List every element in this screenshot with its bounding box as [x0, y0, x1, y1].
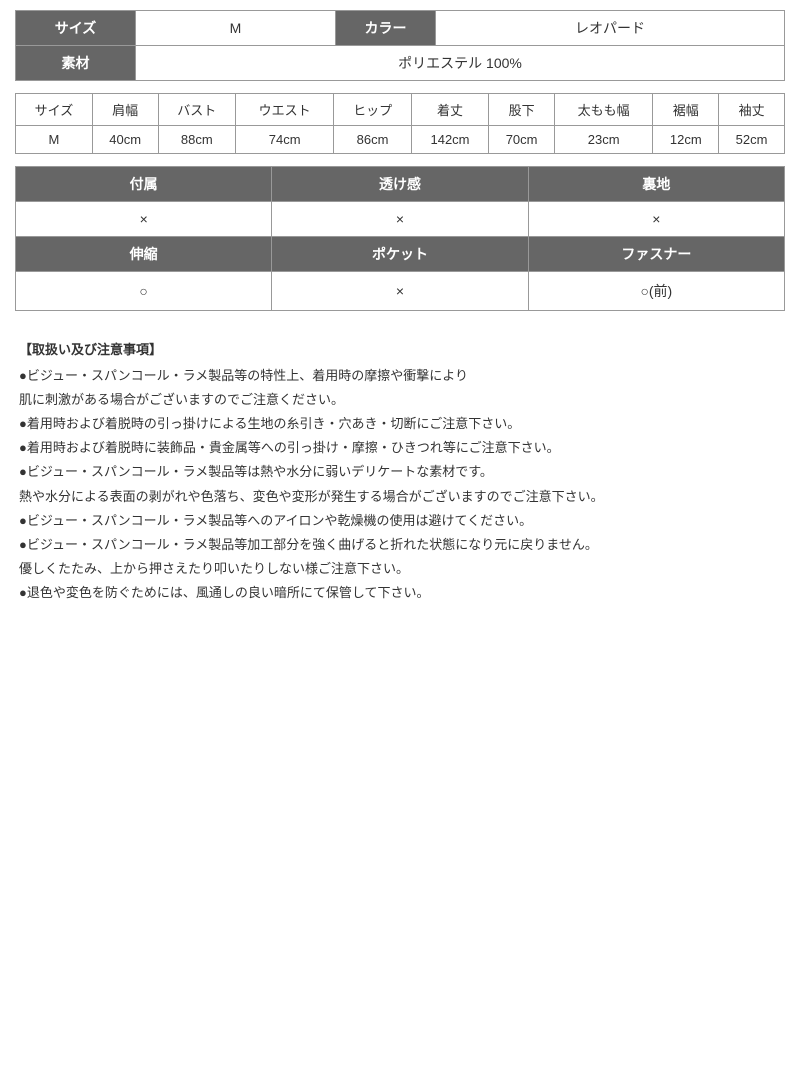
lining-value: ×	[528, 202, 784, 237]
size-chart-hem: 12cm	[653, 126, 719, 154]
size-chart-header-inseam: 股下	[489, 94, 555, 126]
size-chart-header-size: サイズ	[16, 94, 93, 126]
material-label: 素材	[16, 46, 136, 81]
fastener-value: ○(前)	[528, 272, 784, 311]
notes-line: ●着用時および着脱時の引っ掛けによる生地の糸引き・穴あき・切断にご注意下さい。	[19, 413, 781, 435]
size-chart-header-thigh: 太もも幅	[555, 94, 653, 126]
product-info-container: サイズ M カラー レオパード 素材 ポリエステル 100% サイズ 肩幅 バス…	[15, 10, 785, 614]
accessory-label: 付属	[16, 167, 272, 202]
size-chart-table: サイズ 肩幅 バスト ウエスト ヒップ 着丈 股下 太もも幅 裾幅 袖丈 M 4…	[15, 93, 785, 154]
color-label: カラー	[336, 11, 436, 46]
stretch-label: 伸縮	[16, 237, 272, 272]
size-chart-header-hip: ヒップ	[334, 94, 411, 126]
notes-line: 肌に刺激がある場合がございますのでご注意ください。	[19, 389, 781, 411]
size-chart-hip: 86cm	[334, 126, 411, 154]
size-chart-bust: 88cm	[158, 126, 235, 154]
transparency-label: 透け感	[272, 167, 528, 202]
notes-line: ●ビジュー・スパンコール・ラメ製品等へのアイロンや乾燥機の使用は避けてください。	[19, 510, 781, 532]
size-chart-length: 142cm	[411, 126, 488, 154]
notes-title: 【取扱い及び注意事項】	[19, 339, 781, 361]
notes-line: ●退色や変色を防ぐためには、風通しの良い暗所にて保管して下さい。	[19, 582, 781, 604]
notes-line: 優しくたたみ、上から押さえたり叩いたりしない様ご注意下さい。	[19, 558, 781, 580]
size-chart-header-hem: 裾幅	[653, 94, 719, 126]
notes-line: ●ビジュー・スパンコール・ラメ製品等加工部分を強く曲げると折れた状態になり元に戻…	[19, 534, 781, 556]
size-chart-header-length: 着丈	[411, 94, 488, 126]
size-chart-thigh: 23cm	[555, 126, 653, 154]
pocket-label: ポケット	[272, 237, 528, 272]
transparency-value: ×	[272, 202, 528, 237]
lining-label: 裏地	[528, 167, 784, 202]
size-label: サイズ	[16, 11, 136, 46]
material-value: ポリエステル 100%	[136, 46, 785, 81]
stretch-value: ○	[16, 272, 272, 311]
top-info-table: サイズ M カラー レオパード 素材 ポリエステル 100%	[15, 10, 785, 81]
notes-lines: ●ビジュー・スパンコール・ラメ製品等の特性上、着用時の摩擦や衝撃により肌に刺激が…	[19, 365, 781, 604]
size-chart-header-sleeve: 袖丈	[719, 94, 785, 126]
size-chart-header-bust: バスト	[158, 94, 235, 126]
size-chart-waist: 74cm	[235, 126, 333, 154]
pocket-value: ×	[272, 272, 528, 311]
fastener-label: ファスナー	[528, 237, 784, 272]
notes-line: 熱や水分による表面の剥がれや色落ち、変色や変形が発生する場合がございますのでご注…	[19, 486, 781, 508]
color-value: レオパード	[436, 11, 785, 46]
notes-line: ●ビジュー・スパンコール・ラメ製品等は熱や水分に弱いデリケートな素材です。	[19, 461, 781, 483]
props-table: 付属 透け感 裏地 × × × 伸縮 ポケット ファスナー ○ × ○(前)	[15, 166, 785, 311]
size-chart-sleeve: 52cm	[719, 126, 785, 154]
size-chart-shoulder: 40cm	[92, 126, 158, 154]
size-chart-header-shoulder: 肩幅	[92, 94, 158, 126]
notes-line: ●着用時および着脱時に装飾品・貴金属等への引っ掛け・摩擦・ひきつれ等にご注意下さ…	[19, 437, 781, 459]
size-value: M	[136, 11, 336, 46]
accessory-value: ×	[16, 202, 272, 237]
size-chart-size: M	[16, 126, 93, 154]
notes-line: ●ビジュー・スパンコール・ラメ製品等の特性上、着用時の摩擦や衝撃により	[19, 365, 781, 387]
notes-section: 【取扱い及び注意事項】 ●ビジュー・スパンコール・ラメ製品等の特性上、着用時の摩…	[15, 331, 785, 614]
size-chart-header-waist: ウエスト	[235, 94, 333, 126]
size-chart-inseam: 70cm	[489, 126, 555, 154]
